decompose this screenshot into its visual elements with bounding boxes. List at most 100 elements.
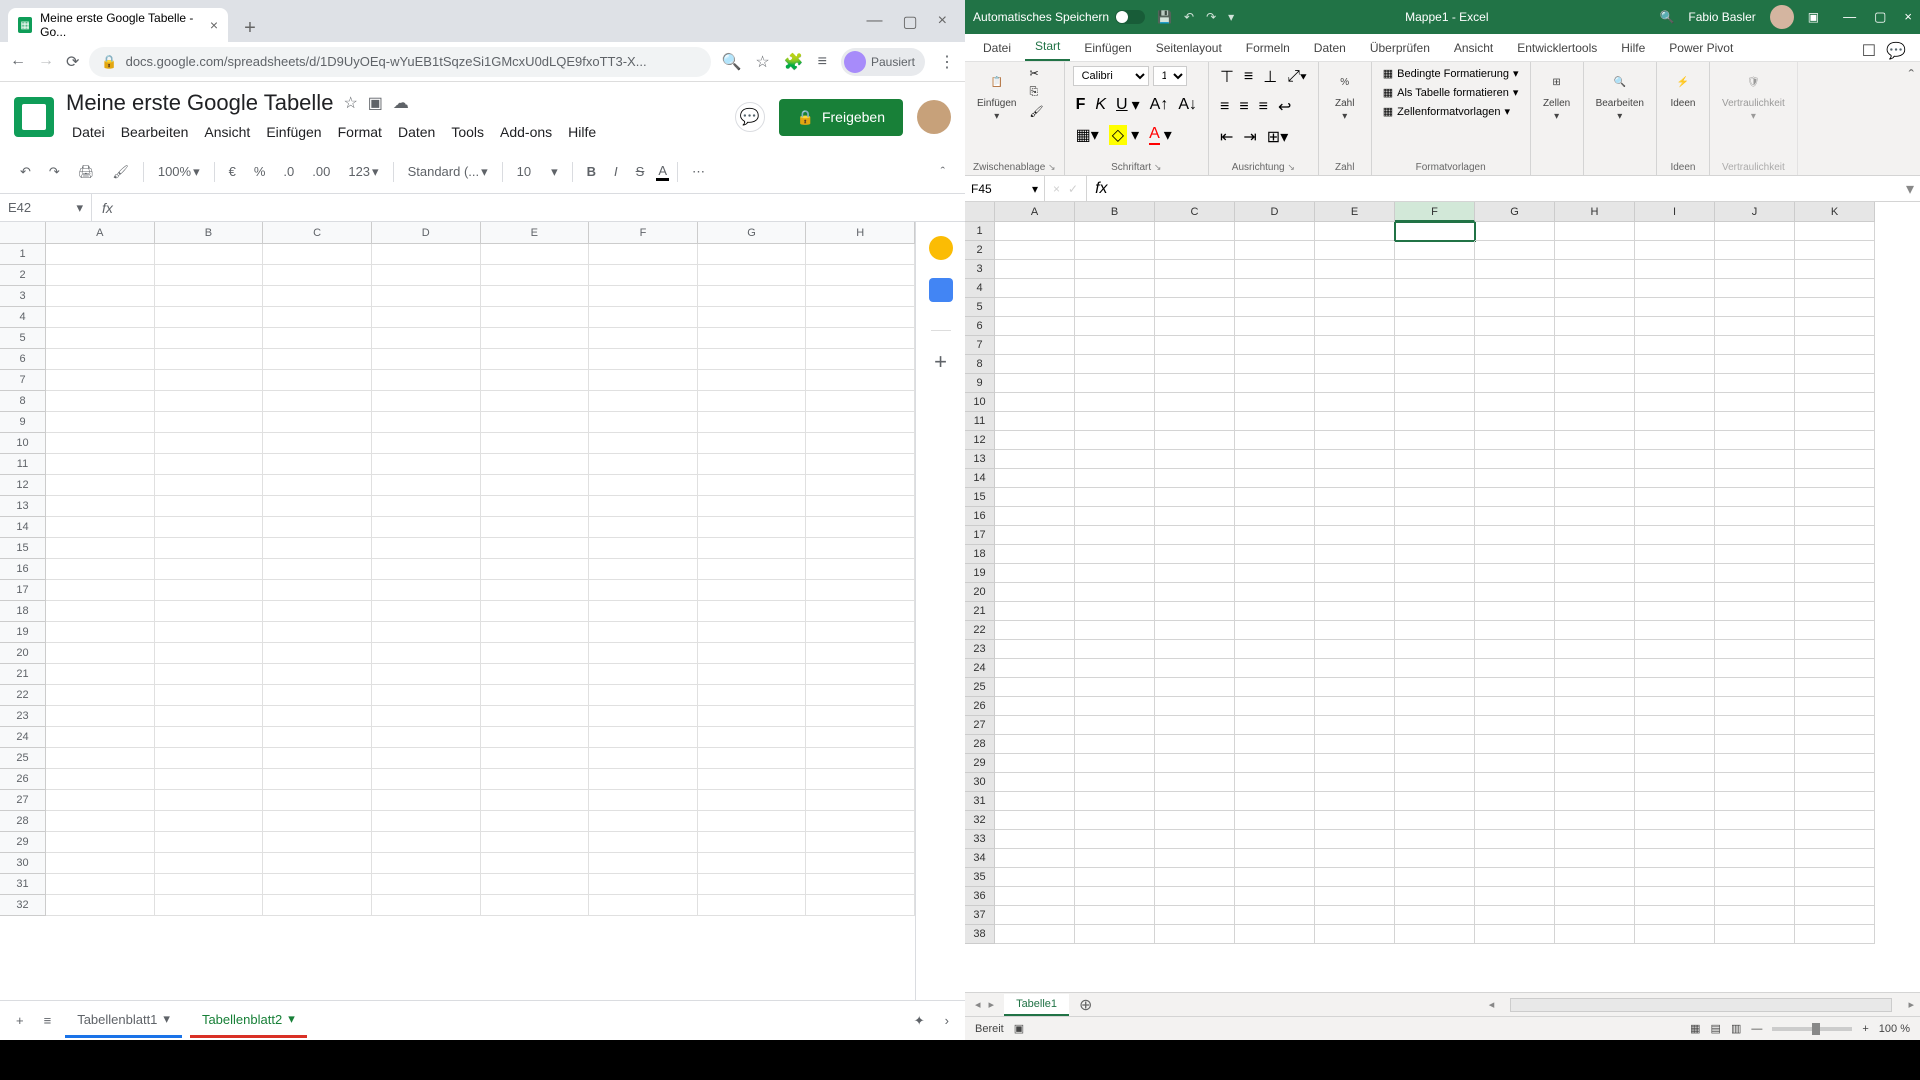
cell[interactable]	[1315, 906, 1395, 925]
cell[interactable]	[263, 286, 372, 307]
cell[interactable]	[1635, 830, 1715, 849]
row-header[interactable]: 22	[0, 685, 46, 706]
cell[interactable]	[1795, 621, 1875, 640]
cell[interactable]	[1635, 279, 1715, 298]
cell[interactable]	[1475, 488, 1555, 507]
cell-styles-button[interactable]: ▦Zellenformatvorlagen▾	[1380, 104, 1522, 119]
row-header[interactable]: 10	[965, 393, 995, 412]
cell[interactable]	[1075, 773, 1155, 792]
cell[interactable]	[155, 727, 264, 748]
cell[interactable]	[1235, 621, 1315, 640]
cell[interactable]	[1555, 526, 1635, 545]
menu-ansicht[interactable]: Ansicht	[198, 120, 256, 144]
increase-decimal-icon[interactable]: .00	[306, 160, 336, 183]
cell[interactable]	[995, 279, 1075, 298]
cell[interactable]	[263, 748, 372, 769]
cell[interactable]	[1235, 849, 1315, 868]
cell[interactable]	[1475, 564, 1555, 583]
cell[interactable]	[1155, 526, 1235, 545]
cell[interactable]	[1795, 241, 1875, 260]
cell[interactable]	[1635, 811, 1715, 830]
new-sheet-button[interactable]: ⊕	[1069, 995, 1102, 1015]
cell[interactable]	[1395, 697, 1475, 716]
row-header[interactable]: 38	[965, 925, 995, 944]
cell[interactable]	[995, 792, 1075, 811]
cell[interactable]	[1395, 849, 1475, 868]
cell[interactable]	[1795, 431, 1875, 450]
cell[interactable]	[1555, 849, 1635, 868]
row-header[interactable]: 20	[0, 643, 46, 664]
cell[interactable]	[1155, 412, 1235, 431]
row-header[interactable]: 27	[0, 790, 46, 811]
reload-icon[interactable]: ⟳	[66, 52, 79, 72]
redo-icon[interactable]: ↷	[43, 160, 66, 184]
rtab-seitenlayout[interactable]: Seitenlayout	[1146, 35, 1232, 61]
cell[interactable]	[46, 685, 155, 706]
currency-icon[interactable]: €	[223, 160, 242, 183]
row-header[interactable]: 6	[965, 317, 995, 336]
cell[interactable]	[1315, 640, 1395, 659]
format-as-table-button[interactable]: ▦Als Tabelle formatieren▾	[1380, 85, 1522, 100]
cell[interactable]	[1395, 260, 1475, 279]
cell[interactable]	[698, 601, 807, 622]
cell[interactable]	[1795, 754, 1875, 773]
cell[interactable]	[1795, 906, 1875, 925]
cell[interactable]	[1075, 735, 1155, 754]
cell[interactable]	[1075, 241, 1155, 260]
cell[interactable]	[1635, 773, 1715, 792]
cell[interactable]	[806, 244, 915, 265]
increase-indent-icon[interactable]: ⇥	[1240, 126, 1259, 148]
cell[interactable]	[1475, 602, 1555, 621]
decrease-font-icon[interactable]: A↓	[1175, 95, 1200, 115]
cell[interactable]	[372, 853, 481, 874]
col-header[interactable]: A	[995, 202, 1075, 222]
cell[interactable]	[1795, 222, 1875, 241]
cell[interactable]	[1795, 735, 1875, 754]
row-header[interactable]: 21	[0, 664, 46, 685]
cell[interactable]	[481, 286, 590, 307]
row-header[interactable]: 24	[965, 659, 995, 678]
cell[interactable]	[1075, 678, 1155, 697]
cell[interactable]	[806, 349, 915, 370]
cell[interactable]	[1075, 488, 1155, 507]
cell[interactable]	[1315, 431, 1395, 450]
cell[interactable]	[698, 664, 807, 685]
cell[interactable]	[698, 811, 807, 832]
cell[interactable]	[589, 874, 698, 895]
cell[interactable]	[698, 580, 807, 601]
print-icon[interactable]: 🖨	[72, 160, 101, 184]
cell[interactable]	[1795, 336, 1875, 355]
cell[interactable]	[1475, 260, 1555, 279]
row-header[interactable]: 30	[0, 853, 46, 874]
cell[interactable]	[155, 517, 264, 538]
cell[interactable]	[1395, 659, 1475, 678]
share-icon[interactable]: ☐	[1862, 41, 1876, 61]
cell[interactable]	[155, 496, 264, 517]
cell[interactable]	[155, 412, 264, 433]
cell[interactable]	[1795, 887, 1875, 906]
cell[interactable]	[995, 849, 1075, 868]
cell[interactable]	[155, 811, 264, 832]
tasks-icon[interactable]	[929, 278, 953, 302]
cell[interactable]	[1795, 469, 1875, 488]
cell[interactable]	[481, 391, 590, 412]
cell[interactable]	[1555, 336, 1635, 355]
cell[interactable]	[589, 454, 698, 475]
cell[interactable]	[1155, 431, 1235, 450]
col-header[interactable]: D	[1235, 202, 1315, 222]
cell[interactable]	[1155, 317, 1235, 336]
cell[interactable]	[1395, 469, 1475, 488]
cell[interactable]	[589, 475, 698, 496]
cell[interactable]	[1715, 564, 1795, 583]
italic-icon[interactable]: K	[1092, 95, 1109, 115]
cell[interactable]	[1475, 393, 1555, 412]
row-header[interactable]: 5	[0, 328, 46, 349]
cell[interactable]	[372, 559, 481, 580]
cell[interactable]	[1555, 830, 1635, 849]
cell[interactable]	[1715, 260, 1795, 279]
strike-icon[interactable]: S	[630, 160, 651, 183]
cell[interactable]	[155, 370, 264, 391]
cell[interactable]	[1075, 716, 1155, 735]
cell[interactable]	[155, 391, 264, 412]
cell[interactable]	[995, 925, 1075, 944]
